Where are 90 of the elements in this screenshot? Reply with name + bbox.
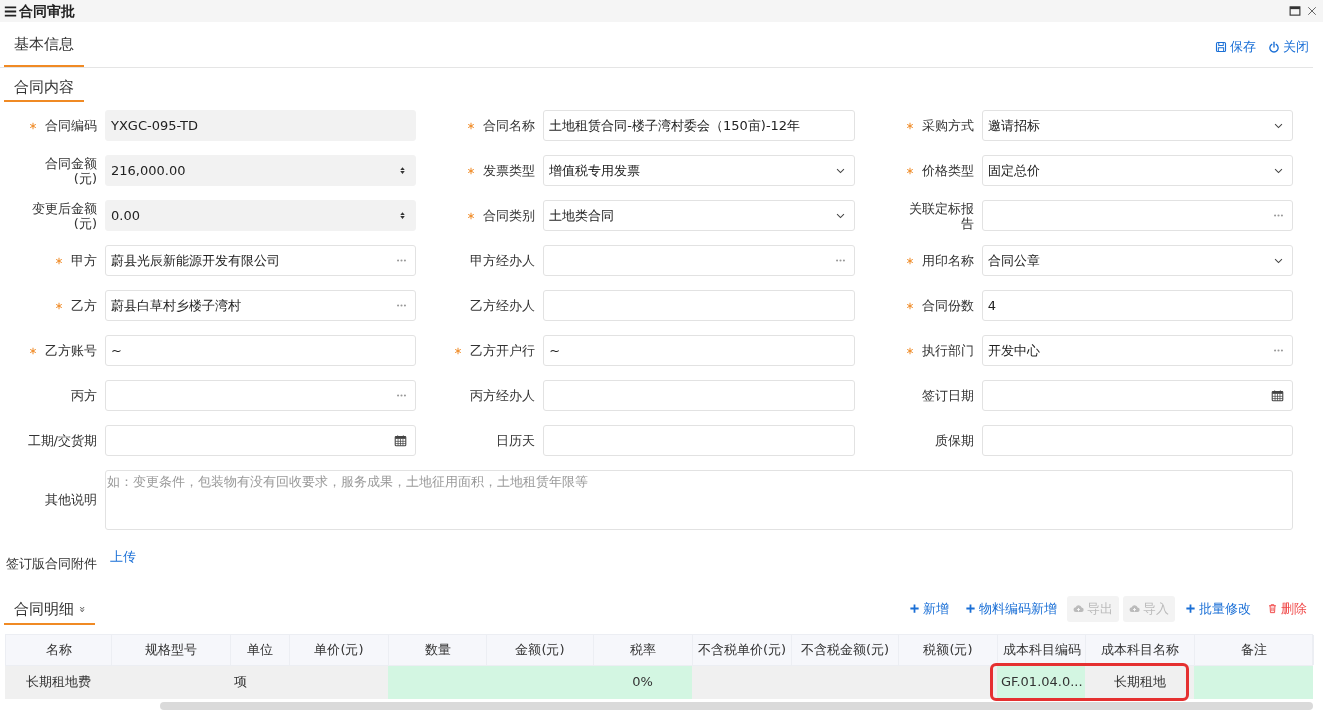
column-header: 成本科目名称 bbox=[1086, 634, 1195, 665]
input-field[interactable]: 蔚县白草村乡楼子湾村 bbox=[105, 290, 417, 321]
column-header: 成本科目编码 bbox=[998, 634, 1086, 665]
field-label: 关联定标报告 bbox=[907, 200, 974, 231]
maximize-button[interactable] bbox=[1289, 5, 1301, 17]
calendar-icon bbox=[1271, 389, 1284, 402]
field-label: 发票类型 bbox=[483, 163, 536, 178]
field-label: 合同名称 bbox=[483, 118, 536, 133]
dropdown[interactable]: 邀请招标 bbox=[981, 110, 1293, 141]
field-label: 采购方式 bbox=[921, 118, 974, 133]
input-field[interactable]: 216,000.00 bbox=[105, 155, 417, 186]
plus-icon bbox=[1185, 603, 1196, 614]
maximize-icon bbox=[1289, 5, 1301, 17]
field-label: 价格类型 bbox=[921, 163, 974, 178]
field-label: 工期/交货期 bbox=[27, 433, 97, 448]
column-header: 税率 bbox=[594, 634, 693, 665]
window-title: 合同审批 bbox=[19, 1, 75, 21]
plus-icon bbox=[965, 603, 976, 614]
field-label: 合同金额(元) bbox=[44, 155, 97, 186]
field-label: 乙方开户行 bbox=[470, 343, 536, 358]
field-label: 甲方 bbox=[71, 253, 97, 268]
field-label: 丙方 bbox=[71, 388, 97, 403]
field-label: 签订日期 bbox=[921, 388, 974, 403]
column-header: 金额(元) bbox=[487, 634, 594, 665]
upload-link[interactable]: 上传 bbox=[110, 547, 136, 567]
close-icon bbox=[1307, 6, 1317, 16]
field-label: 乙方账号 bbox=[45, 343, 97, 358]
input-field[interactable] bbox=[981, 380, 1293, 411]
input-field[interactable]: 蔚县光辰新能源开发有限公司 bbox=[105, 245, 417, 276]
input-field[interactable]: 土地租赁合同-楼子湾村委会（150亩)-12年 bbox=[543, 110, 855, 141]
field-label: 执行部门 bbox=[921, 343, 974, 358]
cloud-icon bbox=[1073, 603, 1084, 614]
input-field[interactable]: ~ bbox=[105, 335, 417, 366]
column-header: 备注 bbox=[1195, 634, 1314, 665]
field-label: 甲方经办人 bbox=[470, 253, 536, 268]
field-label: 质保期 bbox=[934, 433, 974, 448]
calendar-icon bbox=[394, 434, 408, 447]
table-cell: GF.01.04.0... bbox=[997, 665, 1085, 699]
field-label: 签订版合同附件 bbox=[6, 555, 97, 573]
column-header: 规格型号 bbox=[112, 634, 231, 665]
section-title: 合同明细 bbox=[14, 599, 74, 621]
field-label: 合同份数 bbox=[921, 298, 974, 313]
power-icon bbox=[1268, 40, 1280, 53]
input-field[interactable] bbox=[981, 425, 1293, 456]
column-header: 数量 bbox=[389, 634, 487, 665]
input-field[interactable] bbox=[543, 380, 855, 411]
field-label: 用印名称 bbox=[921, 253, 974, 268]
input-field[interactable] bbox=[543, 245, 855, 276]
field-label: 乙方经办人 bbox=[470, 298, 536, 313]
input-field[interactable]: 4 bbox=[981, 290, 1293, 321]
close-page-button[interactable]: 关闭 bbox=[1268, 37, 1309, 57]
field-label: 日历天 bbox=[496, 433, 536, 448]
field-label: 乙方 bbox=[71, 298, 97, 313]
field-label: 合同编码 bbox=[45, 118, 97, 133]
table-cell: 0% bbox=[593, 665, 692, 699]
field-label: 变更后金额(元) bbox=[31, 200, 97, 231]
input-field[interactable] bbox=[105, 380, 417, 411]
input-field[interactable] bbox=[543, 425, 855, 456]
field-label: 合同类别 bbox=[483, 208, 536, 223]
column-header: 不含税单价(元) bbox=[693, 634, 792, 665]
section-title: 合同内容 bbox=[4, 76, 84, 102]
input-field[interactable]: ~ bbox=[543, 335, 855, 366]
remarks-field[interactable]: 如：变更条件，包装物有没有回收要求，服务成果，土地征用面积，土地租赁年限等 bbox=[105, 470, 1293, 530]
save-button[interactable]: 保存 bbox=[1215, 37, 1256, 57]
trash-icon bbox=[1267, 603, 1278, 614]
input-field[interactable] bbox=[543, 290, 855, 321]
input-field[interactable]: 开发中心 bbox=[981, 335, 1293, 366]
column-header: 单位 bbox=[231, 634, 290, 665]
input-field[interactable]: YXGC-095-TD bbox=[105, 110, 417, 141]
scrollbar[interactable] bbox=[160, 701, 1313, 710]
tab[interactable]: 基本信息 bbox=[4, 23, 84, 67]
field-label: 丙方经办人 bbox=[470, 388, 536, 403]
expand-toggle[interactable]: » bbox=[73, 606, 90, 613]
dropdown[interactable]: 固定总价 bbox=[981, 155, 1293, 186]
dropdown[interactable]: 土地类合同 bbox=[543, 200, 855, 231]
input-field[interactable] bbox=[981, 200, 1293, 231]
close-button[interactable] bbox=[1307, 6, 1317, 16]
column-header: 单价(元) bbox=[290, 634, 389, 665]
save-icon bbox=[1215, 40, 1227, 53]
field-label: 其他说明 bbox=[45, 491, 97, 510]
menu-icon bbox=[4, 4, 17, 18]
input-field[interactable] bbox=[105, 425, 417, 456]
dropdown[interactable]: 合同公章 bbox=[981, 245, 1293, 276]
column-header: 税额(元) bbox=[899, 634, 998, 665]
dropdown[interactable]: 增值税专用发票 bbox=[543, 155, 855, 186]
plus-icon bbox=[909, 603, 920, 614]
input-field[interactable]: 0.00 bbox=[105, 200, 417, 231]
column-header: 不含税金额(元) bbox=[792, 634, 899, 665]
cloud-icon bbox=[1129, 603, 1140, 614]
column-header: 名称 bbox=[6, 634, 112, 665]
